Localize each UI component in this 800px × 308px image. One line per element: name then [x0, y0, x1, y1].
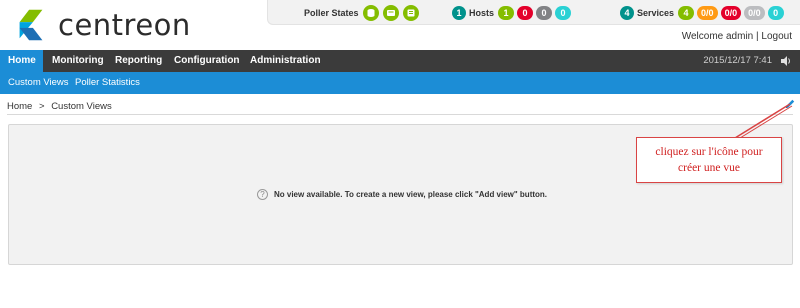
breadcrumb-current[interactable]: Custom Views — [51, 101, 112, 112]
hosts-status: 1 Hosts 1 0 0 0 — [452, 5, 574, 21]
header: centreon Poller States 1 Hosts 1 0 0 0 4… — [0, 0, 800, 50]
breadcrumb: Home > Custom Views — [7, 101, 112, 112]
latency-icon[interactable] — [382, 5, 399, 21]
welcome-bar: Welcome admin | Logout — [682, 31, 792, 42]
nav-item-configuration[interactable]: Configuration — [166, 50, 248, 72]
help-icon: ? — [257, 189, 268, 200]
hosts-down-badge[interactable]: 0 — [517, 6, 534, 20]
annotation-line-1: cliquez sur l'icône pour — [655, 146, 763, 158]
nav-item-home[interactable]: Home — [0, 50, 43, 72]
subnav-item-custom-views[interactable]: Custom Views — [8, 72, 69, 94]
hosts-up-badge[interactable]: 1 — [498, 6, 515, 20]
empty-state: ? No view available. To create a new vie… — [257, 189, 547, 200]
services-critical-badge[interactable]: 0/0 — [720, 6, 742, 20]
sound-icon[interactable] — [780, 55, 792, 67]
services-pending-badge[interactable]: 0 — [767, 6, 784, 20]
services-unknown-badge[interactable]: 0/0 — [744, 6, 765, 20]
annotation-line-2: créer une vue — [678, 162, 740, 174]
services-warning-badge[interactable]: 0/0 — [697, 6, 718, 20]
brand-name: centreon — [58, 8, 191, 42]
main-nav: Home Monitoring Reporting Configuration … — [0, 50, 800, 72]
nav-item-administration[interactable]: Administration — [242, 50, 329, 72]
poller-states-label: Poller States — [304, 8, 359, 18]
logout-link[interactable]: Logout — [761, 31, 792, 42]
database-icon[interactable] — [362, 5, 379, 21]
welcome-separator: | — [756, 31, 759, 42]
edit-pencil-icon[interactable] — [784, 98, 796, 110]
poller-states: Poller States — [300, 5, 423, 21]
poller-list-icon[interactable] — [402, 5, 419, 21]
hosts-total-badge[interactable]: 1 — [452, 6, 466, 20]
centreon-logo[interactable]: centreon — [12, 6, 191, 44]
centreon-logo-icon — [19, 9, 43, 41]
services-total-badge[interactable]: 4 — [620, 6, 634, 20]
breadcrumb-divider — [7, 114, 793, 115]
welcome-text: Welcome admin — [681, 31, 754, 42]
nav-item-reporting[interactable]: Reporting — [107, 50, 170, 72]
subnav-item-poller-statistics[interactable]: Poller Statistics — [75, 72, 140, 94]
services-status: 4 Services 4 0/0 0/0 0/0 0 — [620, 5, 787, 21]
nav-item-monitoring[interactable]: Monitoring — [44, 50, 112, 72]
breadcrumb-separator: > — [38, 101, 45, 112]
nav-datetime: 2015/12/17 7:41 — [703, 55, 772, 66]
hosts-pending-badge[interactable]: 0 — [555, 6, 572, 20]
sub-nav: Custom Views Poller Statistics — [0, 72, 800, 94]
breadcrumb-home[interactable]: Home — [7, 101, 32, 112]
hosts-unreachable-badge[interactable]: 0 — [536, 6, 553, 20]
services-label: Services — [637, 8, 675, 18]
empty-state-message: No view available. To create a new view,… — [274, 190, 548, 199]
annotation-callout: cliquez sur l'icône pour créer une vue — [636, 137, 782, 183]
services-ok-badge[interactable]: 4 — [678, 6, 695, 20]
hosts-label: Hosts — [469, 8, 495, 18]
status-panel: Poller States 1 Hosts 1 0 0 0 4 Services… — [267, 0, 800, 25]
